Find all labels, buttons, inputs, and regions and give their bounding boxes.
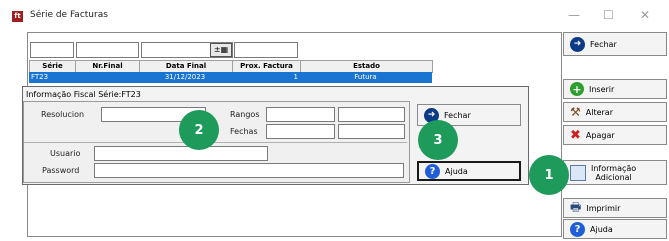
step-badge-1: 1: [529, 155, 569, 195]
ajuda-label: Ajuda: [590, 224, 613, 234]
imprimir-label: Imprimir: [586, 203, 621, 213]
cell-proxfactura: 1: [293, 73, 298, 81]
help-icon: ?: [570, 221, 585, 237]
rangos-from-input[interactable]: [266, 107, 335, 122]
info-label-line1: Informação: [591, 163, 637, 173]
ajuda-button[interactable]: ? Ajuda: [563, 219, 667, 239]
step-badge-2: 2: [179, 110, 219, 150]
filter-nrfinal-input[interactable]: [76, 42, 139, 58]
fechas-from-input[interactable]: [266, 124, 335, 139]
printer-icon: 🖶: [570, 199, 582, 214]
step-badge-3: 3: [418, 120, 458, 160]
table-row[interactable]: FT23 31/12/2023 1 Futura: [29, 72, 432, 83]
inserir-label: Inserir: [589, 84, 615, 94]
apagar-button[interactable]: ✖ Apagar: [563, 125, 667, 145]
cell-estado: Futura: [354, 73, 377, 81]
apagar-label: Apagar: [585, 130, 615, 140]
password-input[interactable]: [94, 163, 404, 178]
minimize-button[interactable]: —: [568, 8, 580, 22]
dialog-ajuda-button[interactable]: ? Ajuda: [417, 161, 521, 181]
informacao-adicional-button[interactable]: Informação Adicional: [563, 160, 667, 185]
maximize-button[interactable]: ☐: [603, 8, 614, 22]
imprimir-button[interactable]: 🖶 Imprimir: [563, 198, 667, 218]
info-label-block: Informação Adicional: [591, 164, 636, 182]
cell-datafinal: 31/12/2023: [164, 73, 206, 81]
dialog-fechar-label: Fechar: [444, 110, 471, 120]
arrow-right-icon: ➜: [570, 36, 585, 52]
plus-icon: +: [570, 82, 584, 96]
filter-serie-input[interactable]: [30, 42, 74, 58]
fechas-to-input[interactable]: [338, 124, 405, 139]
help-icon: ?: [425, 163, 440, 179]
alterar-button[interactable]: ⚒ Alterar: [563, 102, 667, 122]
hammer-icon: ⚒: [570, 105, 581, 119]
usuario-label: Usuario: [50, 149, 81, 158]
cell-serie: FT23: [31, 73, 49, 81]
rangos-to-input[interactable]: [338, 107, 405, 122]
close-button[interactable]: ✕: [640, 8, 650, 22]
dialog-title: Informação Fiscal Série:FT23: [26, 90, 141, 99]
filter-prox-input[interactable]: [234, 42, 298, 58]
inserir-button[interactable]: + Inserir: [563, 79, 667, 99]
fechas-label: Fechas: [230, 127, 258, 136]
alterar-label: Alterar: [585, 107, 613, 117]
fechar-label: Fechar: [590, 39, 617, 49]
dialog-ajuda-label: Ajuda: [445, 166, 468, 176]
app-icon: ft: [12, 11, 23, 22]
fechar-button[interactable]: ➜ Fechar: [563, 32, 667, 56]
usuario-input[interactable]: [94, 146, 268, 161]
delete-icon: ✖: [570, 127, 581, 143]
dialog-divider: [24, 142, 407, 143]
rangos-label: Rangos: [230, 110, 260, 119]
info-label-line2: Adicional: [595, 172, 632, 182]
window-title: Série de Facturas: [30, 10, 108, 20]
resolucion-label: Resolucion: [41, 110, 85, 119]
password-label: Password: [42, 166, 80, 175]
document-info-icon: [570, 164, 586, 181]
calendar-icon[interactable]: ±▦: [210, 43, 232, 57]
